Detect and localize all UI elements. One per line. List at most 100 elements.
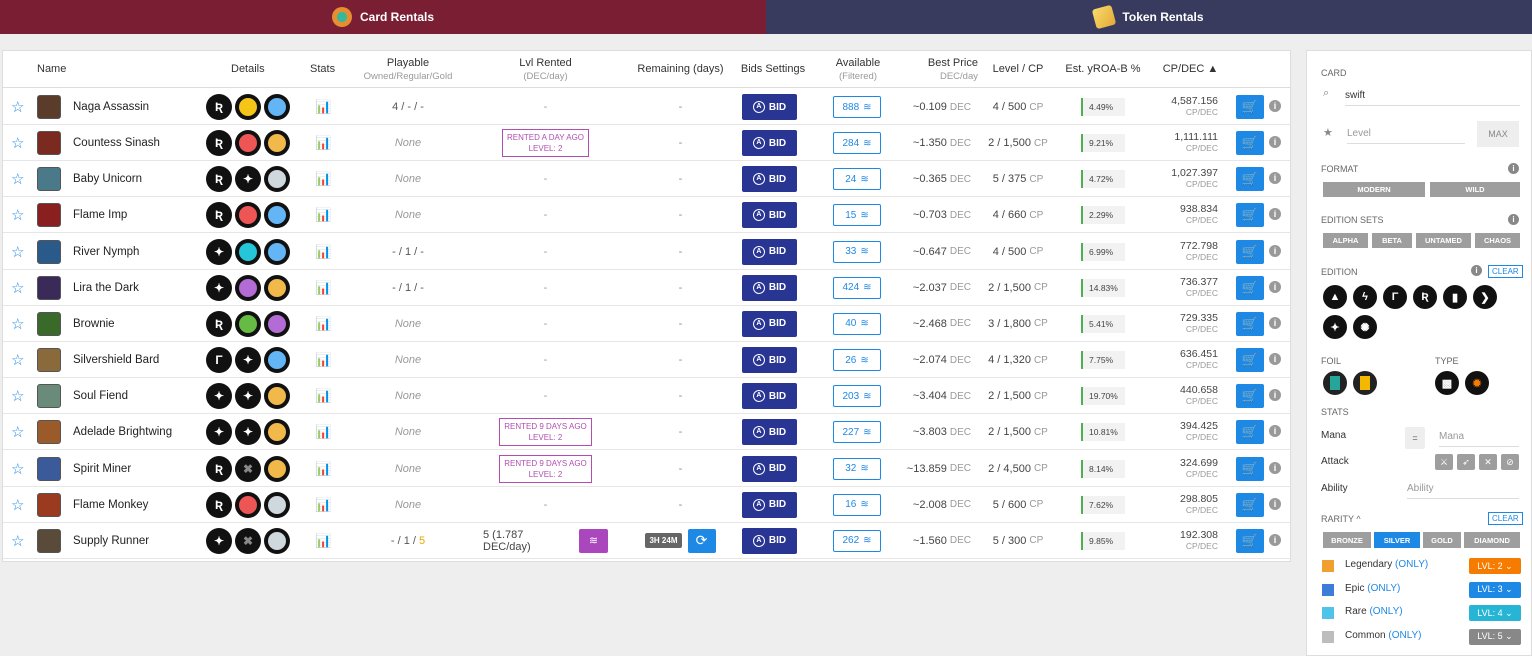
edition-beta-icon[interactable]: ϟ xyxy=(1353,285,1377,309)
available-button[interactable]: 16 ≋ xyxy=(833,493,881,516)
info-icon[interactable]: i xyxy=(1269,244,1281,257)
favorite-star-icon[interactable]: ☆ xyxy=(11,197,25,233)
tab-card-rentals[interactable]: Card Rentals xyxy=(0,0,766,34)
rarity-swatch[interactable] xyxy=(1322,583,1334,596)
refresh-icon[interactable]: ⟳ xyxy=(687,528,716,553)
available-button[interactable]: 32 ≋ xyxy=(833,457,881,480)
card-thumbnail[interactable] xyxy=(37,131,61,156)
available-button[interactable]: 203 ≋ xyxy=(833,385,881,408)
mana-input[interactable]: Mana xyxy=(1439,431,1519,447)
rarity-option[interactable]: Epic (ONLY) xyxy=(1345,583,1400,594)
favorite-star-icon[interactable]: ☆ xyxy=(11,523,25,559)
available-button[interactable]: 15 ≋ xyxy=(833,204,881,227)
card-thumbnail[interactable] xyxy=(37,311,61,336)
edition-beta-button[interactable]: BETA xyxy=(1372,233,1412,248)
stats-chart-icon[interactable]: 📊 xyxy=(315,342,331,378)
bid-button[interactable]: A BID xyxy=(742,274,797,301)
cart-icon[interactable]: 🛒 xyxy=(1236,131,1264,156)
header-best-price[interactable]: Best Price DEC/day xyxy=(908,57,978,83)
edition-chaos-button[interactable]: CHAOS xyxy=(1475,233,1520,248)
card-thumbnail[interactable] xyxy=(37,528,61,553)
favorite-star-icon[interactable]: ☆ xyxy=(11,306,25,342)
available-button[interactable]: 424 ≋ xyxy=(833,276,881,299)
card-thumbnail[interactable] xyxy=(37,420,61,445)
card-thumbnail[interactable] xyxy=(37,456,61,481)
cart-icon[interactable]: 🛒 xyxy=(1236,95,1264,119)
bid-button[interactable]: A BID xyxy=(742,94,797,120)
format-info-icon[interactable]: i xyxy=(1508,163,1519,174)
card-thumbnail[interactable] xyxy=(37,492,61,517)
card-name[interactable]: Naga Assassin xyxy=(73,89,149,125)
card-name[interactable]: Soul Fiend xyxy=(73,378,128,414)
header-remaining[interactable]: Remaining (days) xyxy=(633,63,728,76)
attack-melee-icon[interactable]: ⚔ xyxy=(1435,454,1453,470)
bid-button[interactable]: A BID xyxy=(742,310,797,337)
rarity-gold-button[interactable]: GOLD xyxy=(1423,532,1461,548)
info-icon[interactable]: i xyxy=(1269,533,1281,546)
ability-input[interactable]: Ability xyxy=(1407,483,1519,499)
card-thumbnail[interactable] xyxy=(37,384,61,409)
card-thumbnail[interactable] xyxy=(37,239,61,264)
cart-icon[interactable]: 🛒 xyxy=(1236,456,1264,481)
type-summoner-icon[interactable]: ✹ xyxy=(1465,371,1489,395)
rarity-level-dropdown[interactable]: LVL: 2 ⌄ xyxy=(1469,558,1521,574)
favorite-star-icon[interactable]: ☆ xyxy=(11,414,25,450)
rarity-option[interactable]: Legendary (ONLY) xyxy=(1345,559,1428,570)
cart-icon[interactable]: 🛒 xyxy=(1236,348,1264,373)
rarity-diamond-button[interactable]: DIAMOND xyxy=(1464,532,1520,548)
info-icon[interactable]: i xyxy=(1269,389,1281,402)
card-name[interactable]: Flame Monkey xyxy=(73,487,148,523)
info-icon[interactable]: i xyxy=(1269,353,1281,366)
available-button[interactable]: 40 ≋ xyxy=(833,312,881,335)
header-playable[interactable]: Playable Owned/Regular/Gold xyxy=(355,57,461,83)
stats-chart-icon[interactable]: 📊 xyxy=(315,306,331,342)
available-button[interactable]: 33 ≋ xyxy=(833,240,881,263)
stats-chart-icon[interactable]: 📊 xyxy=(315,234,331,270)
card-name[interactable]: Brownie xyxy=(73,306,115,342)
rarity-clear-button[interactable]: CLEAR xyxy=(1488,512,1523,525)
info-icon[interactable]: i xyxy=(1269,136,1281,149)
stats-chart-icon[interactable]: 📊 xyxy=(315,125,331,161)
bid-button[interactable]: A BID xyxy=(742,419,797,446)
edition-alpha-icon[interactable]: ▲ xyxy=(1323,285,1347,309)
card-name[interactable]: Adelade Brightwing xyxy=(73,414,172,450)
format-modern-button[interactable]: MODERN xyxy=(1323,182,1425,197)
type-monster-icon[interactable]: ▩ xyxy=(1435,371,1459,395)
edition-chaos-icon[interactable]: ✦ xyxy=(1323,315,1347,339)
cart-icon[interactable]: 🛒 xyxy=(1236,420,1264,445)
header-lvl-rented[interactable]: Lvl Rented (DEC/day) xyxy=(483,57,608,83)
edition-riftwatchers-icon[interactable]: ✺ xyxy=(1353,315,1377,339)
card-name[interactable]: Supply Runner xyxy=(73,523,149,559)
card-name[interactable]: Flame Imp xyxy=(73,197,127,233)
cart-icon[interactable]: 🛒 xyxy=(1236,239,1264,264)
available-button[interactable]: 227 ≋ xyxy=(833,421,881,444)
info-icon[interactable]: i xyxy=(1269,316,1281,329)
stats-chart-icon[interactable]: 📊 xyxy=(315,523,331,559)
available-button[interactable]: 26 ≋ xyxy=(833,349,881,372)
rarity-level-dropdown[interactable]: LVL: 3 ⌄ xyxy=(1469,581,1521,598)
bid-button[interactable]: A BID xyxy=(742,130,797,157)
card-thumbnail[interactable] xyxy=(37,348,61,373)
bid-button[interactable]: A BID xyxy=(742,383,797,410)
bid-button[interactable]: A BID xyxy=(742,238,797,265)
rarity-bronze-button[interactable]: BRONZE xyxy=(1323,532,1371,548)
bid-button[interactable]: A BID xyxy=(742,202,797,229)
card-name[interactable]: River Nymph xyxy=(73,234,139,270)
info-icon[interactable]: i xyxy=(1269,497,1281,510)
edition-reward-icon[interactable]: Ʀ xyxy=(1413,285,1437,309)
card-search-input[interactable]: swift xyxy=(1345,90,1520,106)
available-button[interactable]: 24 ≋ xyxy=(833,168,881,191)
attack-magic-icon[interactable]: ✕ xyxy=(1479,454,1497,470)
rarity-silver-button[interactable]: SILVER xyxy=(1374,532,1420,548)
info-icon[interactable]: i xyxy=(1269,425,1281,438)
attack-none-icon[interactable]: ⊘ xyxy=(1501,454,1519,470)
favorite-star-icon[interactable]: ☆ xyxy=(11,270,25,306)
cart-icon[interactable]: 🛒 xyxy=(1236,384,1264,409)
info-icon[interactable]: i xyxy=(1269,100,1281,112)
edition-clear-button[interactable]: CLEAR xyxy=(1488,265,1523,278)
header-cpdec[interactable]: CP/DEC ▲ xyxy=(1158,63,1223,76)
card-name[interactable]: Countess Sinash xyxy=(73,125,160,161)
info-icon[interactable]: i xyxy=(1269,280,1281,293)
stats-chart-icon[interactable]: 📊 xyxy=(315,378,331,414)
header-yroa[interactable]: Est. yROA-B % xyxy=(1063,63,1143,76)
